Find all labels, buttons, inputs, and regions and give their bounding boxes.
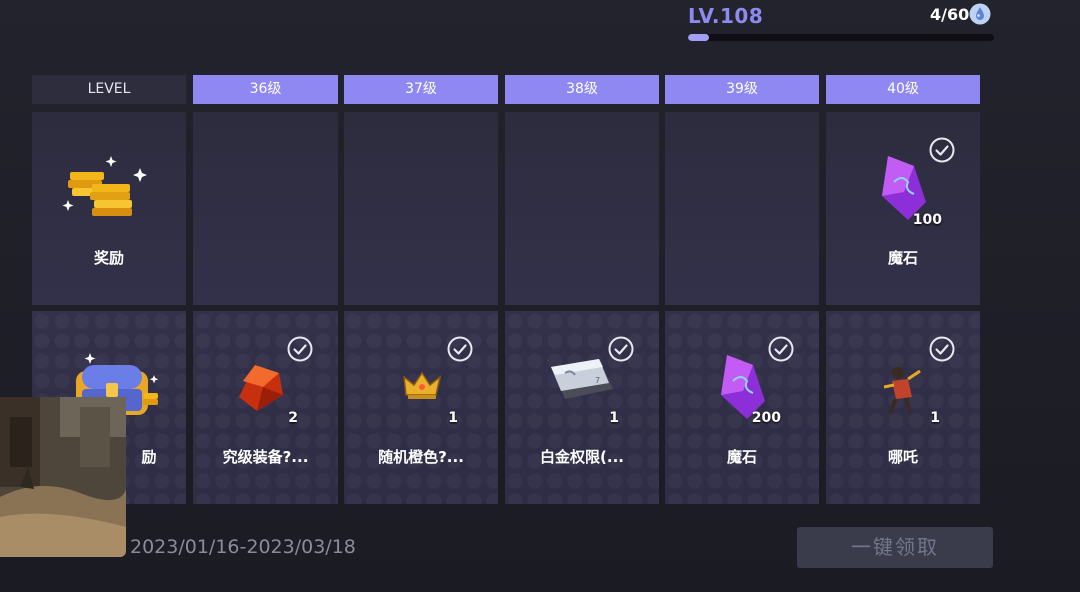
claim-all-button[interactable]: 一键领取 — [797, 527, 993, 568]
reward-quantity: 200 — [751, 410, 781, 426]
reward-quantity: 100 — [912, 212, 942, 228]
gold-crown-icon — [403, 371, 442, 399]
reward-cell-lv38-premium[interactable]: 7 1 白金权限(... — [505, 311, 659, 504]
reward-cell-lv39-free[interactable] — [665, 112, 819, 305]
reward-name: 随机橙色?... — [378, 448, 464, 466]
water-drop-icon — [969, 3, 991, 25]
column-header-lv40: 40级 — [826, 75, 980, 104]
reward-cell-lv36-premium[interactable]: 2 究级装备?... — [193, 311, 338, 504]
reward-quantity: 1 — [930, 410, 940, 426]
reward-cell-lv37-free[interactable] — [344, 112, 498, 305]
column-header-level: LEVEL — [32, 75, 186, 104]
reward-quantity: 2 — [288, 410, 298, 426]
reward-quantity: 1 — [448, 410, 458, 426]
level-progress-bar — [688, 34, 994, 41]
reward-name: 哪吒 — [887, 448, 918, 466]
claimed-check-icon — [287, 336, 313, 362]
reward-name: 究级装备?... — [222, 448, 309, 466]
red-gem-icon — [239, 365, 283, 411]
column-header-lv38: 38级 — [505, 75, 659, 104]
reward-name: 白金权限(... — [540, 448, 624, 466]
level-progress-text: 4/60 — [930, 5, 970, 24]
level-progress-fill — [688, 34, 709, 41]
player-level: LV.108 — [688, 4, 764, 28]
reward-name: 魔石 — [726, 448, 757, 466]
video-overlay-thumbnail[interactable] — [0, 397, 126, 557]
claimed-check-icon — [447, 336, 473, 362]
row-label-free: 奖励 — [32, 112, 186, 305]
reward-cell-lv39-premium[interactable]: 200 魔石 — [665, 311, 819, 504]
column-header-lv37: 37级 — [344, 75, 498, 104]
gold-coins-icon — [62, 156, 147, 216]
column-header-lv36: 36级 — [193, 75, 338, 104]
reward-quantity: 1 — [609, 410, 619, 426]
column-header-lv39: 39级 — [665, 75, 819, 104]
svg-text:7: 7 — [595, 376, 600, 385]
platinum-card-icon: 7 — [551, 359, 613, 399]
reward-cell-lv40-free[interactable]: 100 魔石 — [826, 112, 980, 305]
reward-cell-lv37-premium[interactable]: 1 随机橙色?... — [344, 311, 498, 504]
battle-pass-screen: LV.108 4/60 LEVEL 36级 37级 38级 39级 40级 奖励 — [0, 0, 1080, 592]
reward-cell-lv36-free[interactable] — [193, 112, 338, 305]
reward-cell-lv40-premium[interactable]: 1 哪吒 — [826, 311, 980, 504]
character-figure-icon — [883, 367, 921, 414]
reward-cell-lv38-free[interactable] — [505, 112, 659, 305]
event-date-range: 2023/01/16-2023/03/18 — [130, 536, 356, 558]
row-label-text: 奖励 — [93, 249, 124, 267]
reward-name: 魔石 — [887, 249, 918, 267]
claimed-check-icon — [929, 336, 955, 362]
